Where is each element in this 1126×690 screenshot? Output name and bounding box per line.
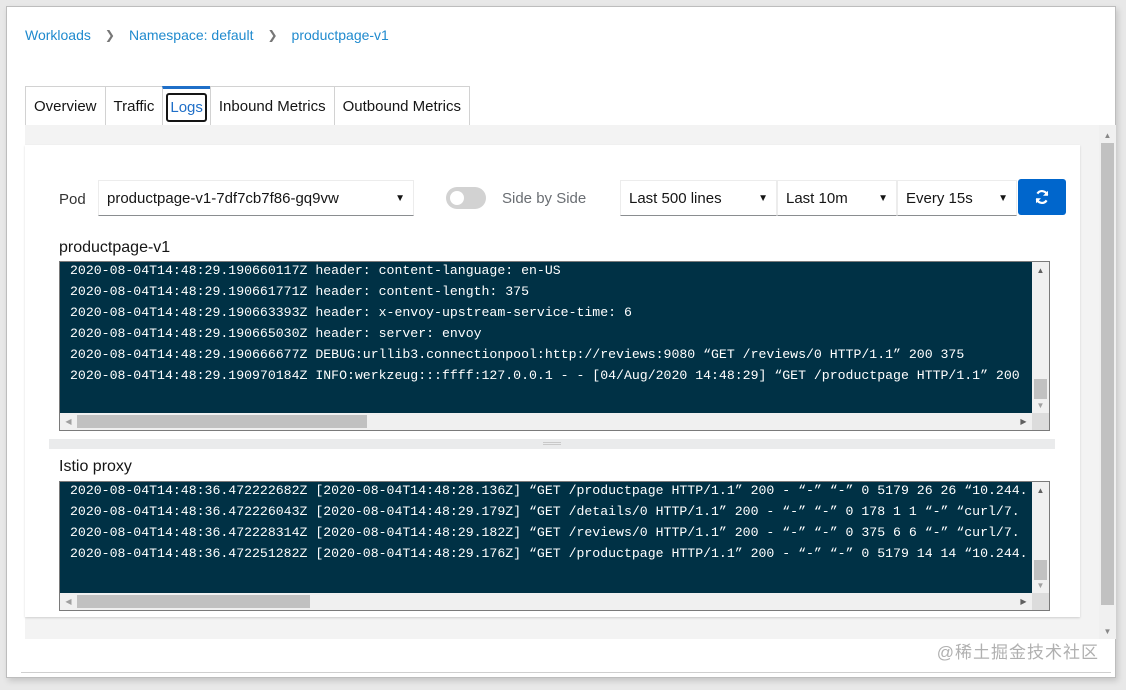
pane-splitter[interactable] xyxy=(49,439,1055,449)
app-log-viewer: 2020-08-04T14:48:29.190660117Z header: c… xyxy=(59,261,1050,431)
chevron-right-icon: ❯ xyxy=(267,28,278,42)
toggle-knob xyxy=(450,191,464,205)
log-line: 2020-08-04T14:48:36.472222682Z [2020-08-… xyxy=(70,483,1028,498)
proxy-container-title: Istio proxy xyxy=(59,458,132,475)
refresh-button[interactable] xyxy=(1018,179,1066,215)
tail-lines-value: Last 500 lines xyxy=(629,189,722,207)
pod-label: Pod xyxy=(59,191,86,208)
duration-value: Last 10m xyxy=(786,189,848,207)
pod-select-value: productpage-v1-7df7cb7f86-gq9vw xyxy=(107,189,339,207)
drag-handle-icon xyxy=(543,442,561,445)
scrollbar-corner xyxy=(1032,593,1049,610)
watermark: @稀土掘金技术社区 xyxy=(936,643,1099,662)
log-line: 2020-08-04T14:48:29.190661771Z header: c… xyxy=(70,284,529,299)
log-line: 2020-08-04T14:48:36.472228314Z [2020-08-… xyxy=(70,525,1020,540)
proxy-log-text[interactable]: 2020-08-04T14:48:36.472222682Z [2020-08-… xyxy=(60,482,1032,593)
log-line: 2020-08-04T14:48:36.472226043Z [2020-08-… xyxy=(70,504,1020,519)
log-line: 2020-08-04T14:48:29.190660117Z header: c… xyxy=(70,263,561,278)
log-line: 2020-08-04T14:48:36.472251282Z [2020-08-… xyxy=(70,546,1028,561)
logs-card: Pod productpage-v1-7df7cb7f86-gq9vw ▼ Si… xyxy=(25,145,1080,617)
duration-select[interactable]: Last 10m ▼ xyxy=(777,180,897,216)
tab-label: Outbound Metrics xyxy=(342,97,462,115)
proxy-log-viewer: 2020-08-04T14:48:36.472222682Z [2020-08-… xyxy=(59,481,1050,611)
sync-icon xyxy=(1035,190,1049,204)
scroll-right-icon[interactable]: ▶ xyxy=(1015,413,1032,430)
tab-bar: Overview Traffic Logs Inbound Metrics Ou… xyxy=(25,86,471,126)
side-by-side-toggle[interactable] xyxy=(446,187,486,209)
pod-select[interactable]: productpage-v1-7df7cb7f86-gq9vw ▼ xyxy=(98,180,414,216)
scrollbar-corner xyxy=(1032,413,1049,430)
proxy-log-vertical-scrollbar[interactable]: ▲ ▼ xyxy=(1032,482,1049,593)
scroll-down-icon[interactable]: ▼ xyxy=(1099,623,1116,639)
breadcrumb-workloads[interactable]: Workloads xyxy=(25,27,91,43)
tab-label: Inbound Metrics xyxy=(218,97,326,115)
app-log-vertical-scrollbar[interactable]: ▲ ▼ xyxy=(1032,262,1049,413)
scroll-thumb[interactable] xyxy=(1101,143,1114,605)
log-line: 2020-08-04T14:48:29.190666677Z DEBUG:url… xyxy=(70,347,965,362)
tab-logs[interactable]: Logs xyxy=(162,86,210,126)
app-log-horizontal-scrollbar[interactable]: ◀ ▶ xyxy=(60,413,1032,430)
tab-label: Traffic xyxy=(113,97,155,115)
tab-traffic[interactable]: Traffic xyxy=(104,86,163,126)
caret-down-icon: ▼ xyxy=(878,192,888,204)
logs-toolbar: Pod productpage-v1-7df7cb7f86-gq9vw ▼ Si… xyxy=(25,179,1080,220)
tab-overview[interactable]: Overview xyxy=(25,86,105,126)
tab-label: Overview xyxy=(34,97,97,115)
caret-down-icon: ▼ xyxy=(998,192,1008,204)
proxy-log-horizontal-scrollbar[interactable]: ◀ ▶ xyxy=(60,593,1032,610)
refresh-interval-select[interactable]: Every 15s ▼ xyxy=(897,180,1017,216)
tail-lines-select[interactable]: Last 500 lines ▼ xyxy=(620,180,777,216)
caret-down-icon: ▼ xyxy=(395,192,405,204)
chevron-right-icon: ❯ xyxy=(104,28,115,42)
breadcrumb-workload[interactable]: productpage-v1 xyxy=(292,27,389,43)
divider xyxy=(21,672,1111,673)
caret-down-icon: ▼ xyxy=(758,192,768,204)
scroll-thumb[interactable] xyxy=(77,595,310,608)
side-by-side-label: Side by Side xyxy=(502,190,587,207)
scroll-left-icon[interactable]: ◀ xyxy=(60,413,77,430)
scroll-left-icon[interactable]: ◀ xyxy=(60,593,77,610)
scroll-down-icon[interactable]: ▼ xyxy=(1032,577,1049,593)
scroll-right-icon[interactable]: ▶ xyxy=(1015,593,1032,610)
tab-content: Pod productpage-v1-7df7cb7f86-gq9vw ▼ Si… xyxy=(25,125,1099,639)
scroll-thumb[interactable] xyxy=(77,415,367,428)
tab-outbound-metrics[interactable]: Outbound Metrics xyxy=(333,86,471,126)
log-line: 2020-08-04T14:48:29.190665030Z header: s… xyxy=(70,326,482,341)
tab-label: Logs xyxy=(166,92,207,122)
refresh-interval-value: Every 15s xyxy=(906,189,973,207)
scroll-thumb[interactable] xyxy=(1034,379,1047,399)
app-container-title: productpage-v1 xyxy=(59,239,171,256)
scroll-up-icon[interactable]: ▲ xyxy=(1032,262,1049,278)
breadcrumb: Workloads ❯ Namespace: default ❯ product… xyxy=(25,27,389,43)
log-line: 2020-08-04T14:48:29.190970184Z INFO:werk… xyxy=(70,368,1020,383)
scroll-up-icon[interactable]: ▲ xyxy=(1032,482,1049,498)
scroll-up-icon[interactable]: ▲ xyxy=(1099,127,1116,143)
tab-inbound-metrics[interactable]: Inbound Metrics xyxy=(209,86,334,126)
page-vertical-scrollbar[interactable]: ▲ ▼ xyxy=(1099,125,1116,639)
log-line: 2020-08-04T14:48:29.190663393Z header: x… xyxy=(70,305,632,320)
scroll-down-icon[interactable]: ▼ xyxy=(1032,397,1049,413)
app-log-text[interactable]: 2020-08-04T14:48:29.190660117Z header: c… xyxy=(60,262,1032,413)
breadcrumb-namespace[interactable]: Namespace: default xyxy=(129,27,254,43)
app-window: Workloads ❯ Namespace: default ❯ product… xyxy=(6,6,1116,678)
